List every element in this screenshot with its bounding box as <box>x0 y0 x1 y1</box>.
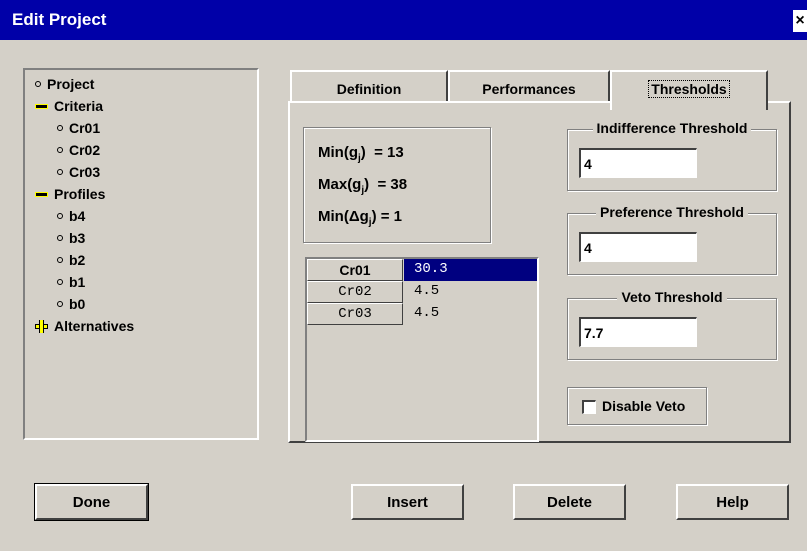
indifference-threshold-label: Indifference Threshold <box>592 120 752 136</box>
indifference-threshold-group: Indifference Threshold <box>567 120 777 191</box>
leaf-icon <box>57 279 63 285</box>
row-value[interactable]: 4.5 <box>404 303 537 325</box>
min-stat: Min(gj) = 13 <box>318 144 404 164</box>
leaf-icon <box>57 213 63 219</box>
tab-performances[interactable]: Performances <box>448 70 610 102</box>
disable-veto-label[interactable]: Disable Veto <box>602 398 685 414</box>
leaf-icon <box>57 257 63 263</box>
tree-item-b1[interactable]: b1 <box>57 272 85 292</box>
row-header[interactable]: Cr03 <box>307 303 403 325</box>
table-row[interactable]: Cr03 4.5 <box>307 303 537 325</box>
threshold-grid[interactable]: Cr01 30.3 Cr02 4.5 Cr03 4.5 <box>305 257 539 442</box>
collapse-icon[interactable] <box>35 191 48 197</box>
tree-item-cr02[interactable]: Cr02 <box>57 140 100 160</box>
tree-item-cr01[interactable]: Cr01 <box>57 118 100 138</box>
max-stat: Max(gj) = 38 <box>318 176 408 196</box>
tree-item-profiles[interactable]: Profiles <box>35 184 105 204</box>
leaf-icon <box>35 81 41 87</box>
table-row[interactable]: Cr01 30.3 <box>307 259 537 281</box>
disable-veto-group: Disable Veto <box>567 387 707 425</box>
leaf-icon <box>57 125 63 131</box>
criterion-stats: Min(gj) = 13 Max(gj) = 38 Min(Δgj) = 1 <box>303 127 491 243</box>
expand-icon[interactable] <box>35 319 48 333</box>
project-tree[interactable]: Project Criteria Cr01 Cr02 Cr03 Profiles… <box>23 68 259 440</box>
veto-threshold-group: Veto Threshold <box>567 289 777 360</box>
tree-item-cr03[interactable]: Cr03 <box>57 162 100 182</box>
leaf-icon <box>57 235 63 241</box>
veto-threshold-input[interactable] <box>579 317 697 347</box>
preference-threshold-input[interactable] <box>579 232 697 262</box>
tree-item-b0[interactable]: b0 <box>57 294 85 314</box>
tree-item-b2[interactable]: b2 <box>57 250 85 270</box>
min-delta-stat: Min(Δgj) = 1 <box>318 208 403 228</box>
preference-threshold-group: Preference Threshold <box>567 204 777 275</box>
leaf-icon <box>57 147 63 153</box>
tree-item-criteria[interactable]: Criteria <box>35 96 103 116</box>
row-value[interactable]: 4.5 <box>404 281 537 303</box>
veto-threshold-label: Veto Threshold <box>617 289 727 305</box>
title-bar: Edit Project × <box>0 0 807 40</box>
close-icon[interactable]: × <box>793 10 807 32</box>
tab-definition[interactable]: Definition <box>290 70 448 102</box>
tab-thresholds[interactable]: Thresholds <box>610 70 768 110</box>
disable-veto-checkbox[interactable] <box>582 400 596 414</box>
tree-item-project[interactable]: Project <box>35 74 94 94</box>
tree-item-b3[interactable]: b3 <box>57 228 85 248</box>
collapse-icon[interactable] <box>35 103 48 109</box>
leaf-icon <box>57 301 63 307</box>
row-header[interactable]: Cr02 <box>307 281 403 303</box>
tree-item-alternatives[interactable]: Alternatives <box>35 316 134 336</box>
tree-item-b4[interactable]: b4 <box>57 206 85 226</box>
leaf-icon <box>57 169 63 175</box>
preference-threshold-label: Preference Threshold <box>596 204 748 220</box>
delete-button[interactable]: Delete <box>513 484 626 520</box>
help-button[interactable]: Help <box>676 484 789 520</box>
insert-button[interactable]: Insert <box>351 484 464 520</box>
row-value[interactable]: 30.3 <box>404 259 537 281</box>
indifference-threshold-input[interactable] <box>579 148 697 178</box>
table-row[interactable]: Cr02 4.5 <box>307 281 537 303</box>
row-header[interactable]: Cr01 <box>307 259 403 281</box>
window-title: Edit Project <box>12 10 107 29</box>
done-button[interactable]: Done <box>34 483 149 521</box>
